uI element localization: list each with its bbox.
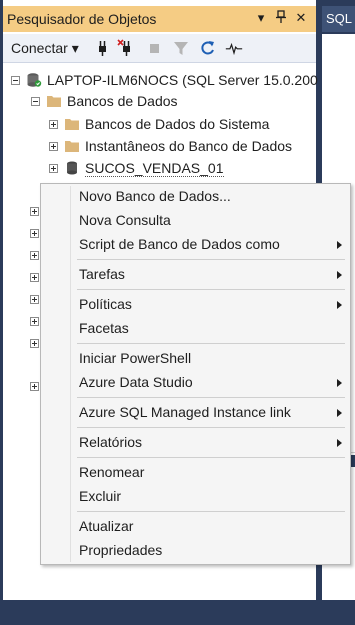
expand-toggle[interactable] [49,141,58,151]
menu-item-label: Atualizar [79,518,134,534]
expand-toggle[interactable] [30,251,39,260]
menu-item-label: Políticas [79,296,132,312]
menu-item-properties[interactable]: Propriedades [43,539,348,563]
snapshots-label: Instantâneos do Banco de Dados [85,138,293,154]
submenu-arrow-icon [337,439,342,447]
menu-separator [77,427,345,428]
filter-icon[interactable] [172,38,190,58]
expand-toggle[interactable] [30,229,39,238]
menu-item-label: Renomear [79,464,145,480]
connect-label: Conectar [11,40,68,56]
status-bar [0,600,355,625]
menu-separator [77,397,345,398]
menu-item-label: Facetas [79,320,129,336]
submenu-arrow-icon [337,271,342,279]
expand-toggle[interactable] [30,382,39,391]
expand-toggle[interactable] [30,273,39,282]
submenu-arrow-icon [337,379,342,387]
menu-item-script-database[interactable]: Script de Banco de Dados como [43,233,348,257]
server-label: LAPTOP-ILM6NOCS (SQL Server 15.0.200 [47,72,318,88]
expand-toggle[interactable] [49,163,58,173]
menu-item-label: Azure SQL Managed Instance link [79,404,291,420]
panel-title: Pesquisador de Objetos [7,11,157,27]
submenu-arrow-icon [337,241,342,249]
databases-label: Bancos de Dados [67,93,178,109]
window-position-icon[interactable]: ▾ [253,10,269,26]
menu-item-label: Script de Banco de Dados como [79,236,280,252]
activity-monitor-icon[interactable] [225,38,243,58]
expand-toggle[interactable] [30,207,39,216]
menu-item-refresh[interactable]: Atualizar [43,515,348,539]
tree-node-server[interactable]: LAPTOP-ILM6NOCS (SQL Server 15.0.200 [11,70,318,90]
folder-icon [65,141,79,152]
menu-item-reports[interactable]: Relatórios [43,431,348,455]
close-icon[interactable]: ✕ [293,10,309,26]
panel-title-bar: Pesquisador de Objetos ▾ ✕ [3,6,316,32]
collapse-toggle[interactable] [11,75,20,85]
tree-node-database[interactable]: SUCOS_VENDAS_01 [49,158,224,178]
tree-node-system-databases[interactable]: Bancos de Dados do Sistema [49,114,269,134]
menu-separator [77,511,345,512]
tree-node-databases[interactable]: Bancos de Dados [31,91,178,111]
menu-item-new-database[interactable]: Novo Banco de Dados... [43,185,348,209]
chevron-down-icon: ▾ [71,40,79,56]
menu-item-label: Relatórios [79,434,143,450]
collapse-toggle[interactable] [31,96,40,106]
submenu-arrow-icon [337,409,342,417]
connect-plug-icon[interactable] [93,38,111,58]
stop-icon[interactable] [146,38,164,58]
menu-item-start-powershell[interactable]: Iniciar PowerShell [43,347,348,371]
menu-separator [77,457,345,458]
document-tab[interactable]: SQL [322,6,355,32]
folder-icon [47,96,61,107]
expand-toggle[interactable] [30,295,39,304]
expand-toggle[interactable] [30,317,39,326]
database-label: SUCOS_VENDAS_01 [85,159,224,177]
pin-icon[interactable] [273,10,289,27]
menu-item-label: Novo Banco de Dados... [79,188,231,204]
menu-item-azure-data-studio[interactable]: Azure Data Studio [43,371,348,395]
system-databases-label: Bancos de Dados do Sistema [85,116,270,132]
submenu-arrow-icon [337,301,342,309]
menu-item-label: Propriedades [79,542,163,558]
menu-item-new-query[interactable]: Nova Consulta [43,209,348,233]
menu-item-label: Tarefas [79,266,125,282]
tree-node-snapshots[interactable]: Instantâneos do Banco de Dados [49,136,292,156]
menu-item-label: Nova Consulta [79,212,171,228]
expand-toggle[interactable] [30,339,39,348]
object-explorer-toolbar: Conectar ▾ [3,34,316,63]
menu-separator [77,289,345,290]
expand-toggle[interactable] [49,119,58,129]
database-icon [67,161,77,175]
menu-item-facets[interactable]: Facetas [43,317,348,341]
refresh-icon[interactable] [199,38,217,58]
connect-dropdown[interactable]: Conectar ▾ [11,40,79,57]
server-icon [27,73,42,87]
context-menu: Novo Banco de Dados... Nova Consulta Scr… [40,183,351,565]
menu-separator [77,343,345,344]
menu-item-delete[interactable]: Excluir [43,485,348,509]
menu-item-tasks[interactable]: Tarefas [43,263,348,287]
folder-icon [65,119,79,130]
menu-item-label: Iniciar PowerShell [79,350,192,366]
menu-item-azure-sql-mi-link[interactable]: Azure SQL Managed Instance link [43,401,348,425]
menu-item-label: Azure Data Studio [79,374,193,390]
disconnect-icon[interactable] [117,38,135,58]
menu-item-label: Excluir [79,488,122,504]
menu-separator [77,259,345,260]
menu-item-policies[interactable]: Políticas [43,293,348,317]
menu-item-rename[interactable]: Renomear [43,461,348,485]
